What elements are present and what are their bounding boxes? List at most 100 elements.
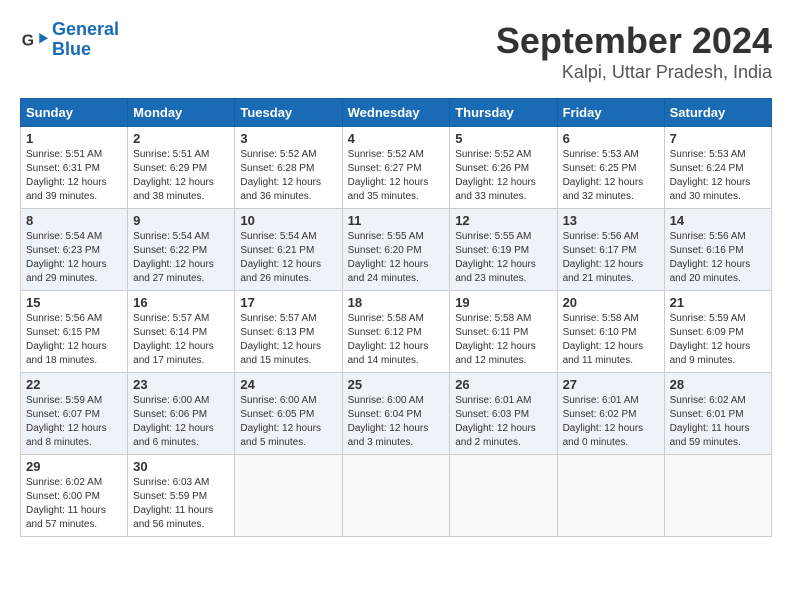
day-number: 18 <box>348 295 445 310</box>
table-row: 6 Sunrise: 5:53 AM Sunset: 6:25 PM Dayli… <box>557 127 664 209</box>
day-number: 1 <box>26 131 122 146</box>
table-row: 17 Sunrise: 5:57 AM Sunset: 6:13 PM Dayl… <box>235 291 342 373</box>
calendar-week-row: 22 Sunrise: 5:59 AM Sunset: 6:07 PM Dayl… <box>21 373 772 455</box>
table-row: 8 Sunrise: 5:54 AM Sunset: 6:23 PM Dayli… <box>21 209 128 291</box>
calendar-week-row: 29 Sunrise: 6:02 AM Sunset: 6:00 PM Dayl… <box>21 455 772 537</box>
day-info: Sunrise: 5:59 AM Sunset: 6:09 PM Dayligh… <box>670 312 766 368</box>
table-row: 28 Sunrise: 6:02 AM Sunset: 6:01 PM Dayl… <box>664 373 771 455</box>
col-header-monday: Monday <box>128 99 235 127</box>
table-row: 30 Sunrise: 6:03 AM Sunset: 5:59 PM Dayl… <box>128 455 235 537</box>
day-info: Sunrise: 6:00 AM Sunset: 6:04 PM Dayligh… <box>348 394 445 450</box>
location-subtitle: Kalpi, Uttar Pradesh, India <box>496 62 772 83</box>
table-row: 5 Sunrise: 5:52 AM Sunset: 6:26 PM Dayli… <box>450 127 557 209</box>
day-number: 29 <box>26 459 122 474</box>
calendar-table: Sunday Monday Tuesday Wednesday Thursday… <box>20 98 772 537</box>
day-info: Sunrise: 5:56 AM Sunset: 6:15 PM Dayligh… <box>26 312 122 368</box>
day-number: 17 <box>240 295 336 310</box>
table-row: 11 Sunrise: 5:55 AM Sunset: 6:20 PM Dayl… <box>342 209 450 291</box>
day-number: 2 <box>133 131 229 146</box>
table-row: 29 Sunrise: 6:02 AM Sunset: 6:00 PM Dayl… <box>21 455 128 537</box>
day-info: Sunrise: 5:56 AM Sunset: 6:16 PM Dayligh… <box>670 230 766 286</box>
table-row <box>664 455 771 537</box>
day-number: 20 <box>563 295 659 310</box>
table-row: 22 Sunrise: 5:59 AM Sunset: 6:07 PM Dayl… <box>21 373 128 455</box>
day-info: Sunrise: 5:59 AM Sunset: 6:07 PM Dayligh… <box>26 394 122 450</box>
day-number: 30 <box>133 459 229 474</box>
calendar-body: 1 Sunrise: 5:51 AM Sunset: 6:31 PM Dayli… <box>21 127 772 537</box>
day-info: Sunrise: 5:56 AM Sunset: 6:17 PM Dayligh… <box>563 230 659 286</box>
day-number: 25 <box>348 377 445 392</box>
day-number: 27 <box>563 377 659 392</box>
calendar-header-row: Sunday Monday Tuesday Wednesday Thursday… <box>21 99 772 127</box>
logo-text: General <box>52 20 119 40</box>
table-row: 26 Sunrise: 6:01 AM Sunset: 6:03 PM Dayl… <box>450 373 557 455</box>
day-number: 8 <box>26 213 122 228</box>
day-info: Sunrise: 5:57 AM Sunset: 6:14 PM Dayligh… <box>133 312 229 368</box>
day-info: Sunrise: 5:57 AM Sunset: 6:13 PM Dayligh… <box>240 312 336 368</box>
page-header: G General Blue September 2024 Kalpi, Utt… <box>20 20 772 83</box>
title-block: September 2024 Kalpi, Uttar Pradesh, Ind… <box>496 20 772 83</box>
day-info: Sunrise: 5:58 AM Sunset: 6:12 PM Dayligh… <box>348 312 445 368</box>
day-info: Sunrise: 6:02 AM Sunset: 6:00 PM Dayligh… <box>26 476 122 532</box>
day-info: Sunrise: 5:54 AM Sunset: 6:23 PM Dayligh… <box>26 230 122 286</box>
day-info: Sunrise: 5:58 AM Sunset: 6:10 PM Dayligh… <box>563 312 659 368</box>
table-row: 2 Sunrise: 5:51 AM Sunset: 6:29 PM Dayli… <box>128 127 235 209</box>
day-number: 12 <box>455 213 551 228</box>
day-number: 28 <box>670 377 766 392</box>
day-number: 22 <box>26 377 122 392</box>
day-number: 23 <box>133 377 229 392</box>
table-row: 10 Sunrise: 5:54 AM Sunset: 6:21 PM Dayl… <box>235 209 342 291</box>
day-number: 21 <box>670 295 766 310</box>
day-info: Sunrise: 5:52 AM Sunset: 6:27 PM Dayligh… <box>348 148 445 204</box>
table-row: 23 Sunrise: 6:00 AM Sunset: 6:06 PM Dayl… <box>128 373 235 455</box>
day-info: Sunrise: 6:01 AM Sunset: 6:03 PM Dayligh… <box>455 394 551 450</box>
table-row <box>557 455 664 537</box>
table-row: 16 Sunrise: 5:57 AM Sunset: 6:14 PM Dayl… <box>128 291 235 373</box>
day-info: Sunrise: 5:55 AM Sunset: 6:20 PM Dayligh… <box>348 230 445 286</box>
calendar-week-row: 8 Sunrise: 5:54 AM Sunset: 6:23 PM Dayli… <box>21 209 772 291</box>
month-year-title: September 2024 <box>496 20 772 62</box>
day-number: 24 <box>240 377 336 392</box>
col-header-sunday: Sunday <box>21 99 128 127</box>
day-number: 7 <box>670 131 766 146</box>
table-row: 9 Sunrise: 5:54 AM Sunset: 6:22 PM Dayli… <box>128 209 235 291</box>
day-info: Sunrise: 5:51 AM Sunset: 6:31 PM Dayligh… <box>26 148 122 204</box>
table-row: 3 Sunrise: 5:52 AM Sunset: 6:28 PM Dayli… <box>235 127 342 209</box>
table-row: 25 Sunrise: 6:00 AM Sunset: 6:04 PM Dayl… <box>342 373 450 455</box>
table-row: 4 Sunrise: 5:52 AM Sunset: 6:27 PM Dayli… <box>342 127 450 209</box>
day-info: Sunrise: 5:54 AM Sunset: 6:22 PM Dayligh… <box>133 230 229 286</box>
col-header-wednesday: Wednesday <box>342 99 450 127</box>
table-row: 7 Sunrise: 5:53 AM Sunset: 6:24 PM Dayli… <box>664 127 771 209</box>
table-row: 15 Sunrise: 5:56 AM Sunset: 6:15 PM Dayl… <box>21 291 128 373</box>
day-number: 19 <box>455 295 551 310</box>
day-number: 13 <box>563 213 659 228</box>
col-header-friday: Friday <box>557 99 664 127</box>
day-info: Sunrise: 5:52 AM Sunset: 6:26 PM Dayligh… <box>455 148 551 204</box>
logo-icon: G <box>20 26 48 54</box>
svg-text:G: G <box>22 32 34 49</box>
table-row <box>342 455 450 537</box>
day-info: Sunrise: 6:02 AM Sunset: 6:01 PM Dayligh… <box>670 394 766 450</box>
day-info: Sunrise: 6:01 AM Sunset: 6:02 PM Dayligh… <box>563 394 659 450</box>
day-info: Sunrise: 5:53 AM Sunset: 6:25 PM Dayligh… <box>563 148 659 204</box>
col-header-tuesday: Tuesday <box>235 99 342 127</box>
calendar-week-row: 1 Sunrise: 5:51 AM Sunset: 6:31 PM Dayli… <box>21 127 772 209</box>
day-number: 16 <box>133 295 229 310</box>
day-number: 14 <box>670 213 766 228</box>
table-row: 21 Sunrise: 5:59 AM Sunset: 6:09 PM Dayl… <box>664 291 771 373</box>
table-row: 27 Sunrise: 6:01 AM Sunset: 6:02 PM Dayl… <box>557 373 664 455</box>
table-row <box>450 455 557 537</box>
day-number: 6 <box>563 131 659 146</box>
day-info: Sunrise: 5:53 AM Sunset: 6:24 PM Dayligh… <box>670 148 766 204</box>
calendar-week-row: 15 Sunrise: 5:56 AM Sunset: 6:15 PM Dayl… <box>21 291 772 373</box>
day-info: Sunrise: 5:52 AM Sunset: 6:28 PM Dayligh… <box>240 148 336 204</box>
day-number: 10 <box>240 213 336 228</box>
logo-subtext: Blue <box>52 40 119 60</box>
table-row: 20 Sunrise: 5:58 AM Sunset: 6:10 PM Dayl… <box>557 291 664 373</box>
day-number: 11 <box>348 213 445 228</box>
day-number: 9 <box>133 213 229 228</box>
table-row: 24 Sunrise: 6:00 AM Sunset: 6:05 PM Dayl… <box>235 373 342 455</box>
day-info: Sunrise: 6:03 AM Sunset: 5:59 PM Dayligh… <box>133 476 229 532</box>
col-header-saturday: Saturday <box>664 99 771 127</box>
day-number: 4 <box>348 131 445 146</box>
